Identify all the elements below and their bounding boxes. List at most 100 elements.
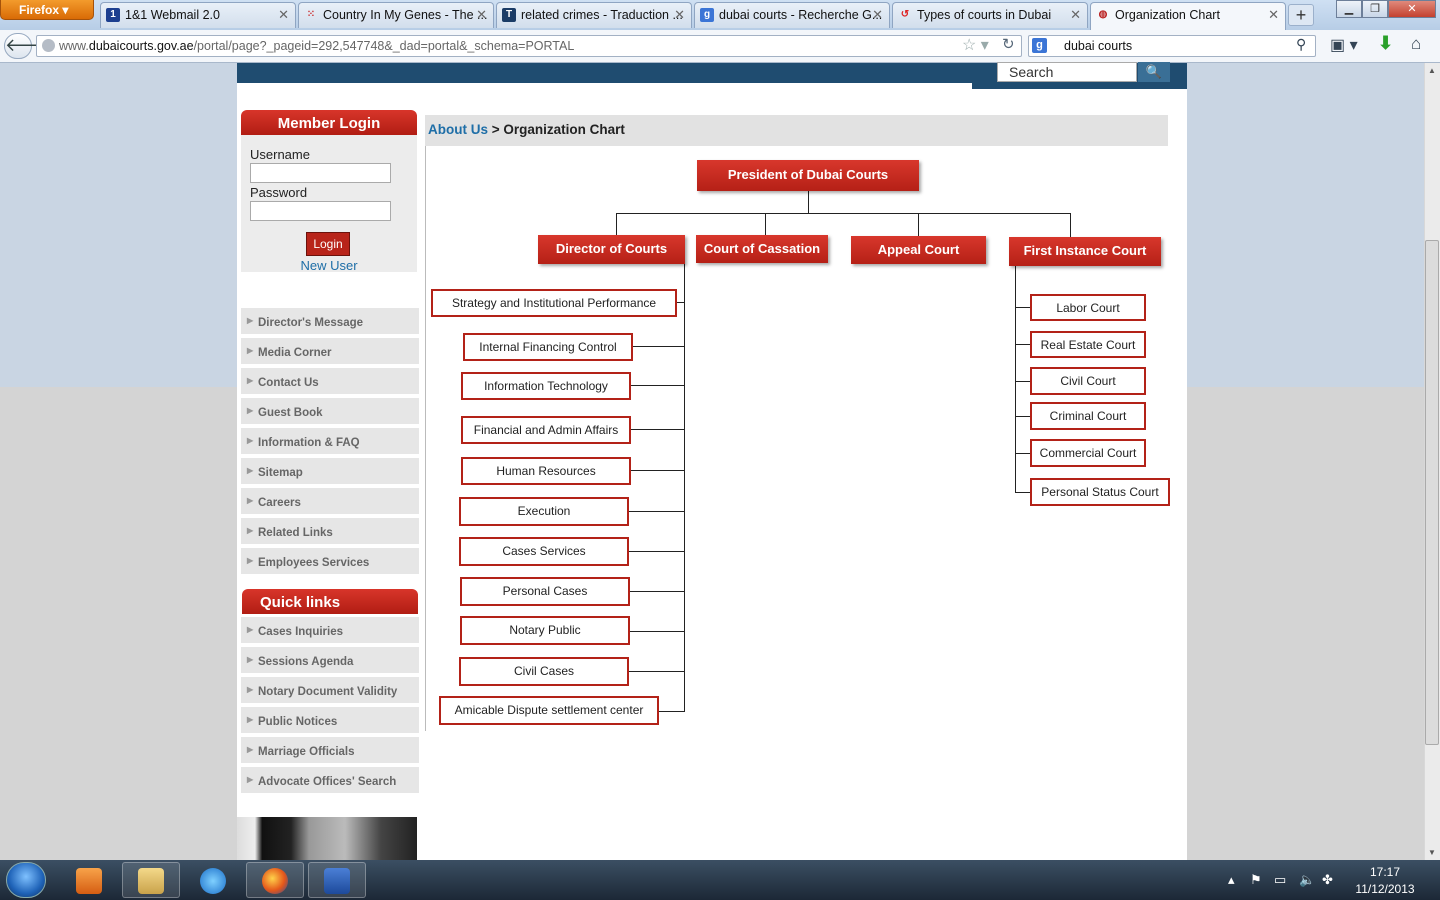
quick-link-cases-inquiries[interactable]: ▶ Cases Inquiries [241, 617, 419, 645]
tab-types-of-courts[interactable]: ↺ Types of courts in Dubai ✕ [892, 2, 1088, 28]
org-node-appeal-court: Appeal Court [851, 236, 986, 264]
breadcrumb-separator: > [491, 122, 500, 137]
close-tab-icon[interactable]: ✕ [476, 7, 487, 23]
close-window-button[interactable]: ✕ [1388, 0, 1436, 18]
menu-item-sitemap[interactable]: ▶ Sitemap [241, 458, 419, 486]
menu-item-related-links[interactable]: ▶ Related Links [241, 518, 419, 546]
close-tab-icon[interactable]: ✕ [674, 7, 685, 23]
menu-item-employees-services[interactable]: ▶ Employees Services [241, 548, 419, 576]
taskbar-firefox[interactable] [246, 862, 304, 898]
site-identity-icon[interactable] [42, 39, 55, 52]
quick-link-sessions-agenda[interactable]: ▶ Sessions Agenda [241, 647, 419, 675]
login-button[interactable]: Login [306, 232, 350, 256]
close-tab-icon[interactable]: ✕ [278, 7, 289, 23]
url-domain: dubaicourts.gov.ae [88, 39, 194, 53]
quick-link-marriage-officials[interactable]: ▶ Marriage Officials [241, 737, 419, 765]
breadcrumb-current: Organization Chart [503, 122, 625, 137]
menu-item-contact-us[interactable]: ▶ Contact Us [241, 368, 419, 396]
menu-item-label: Employees Services [258, 557, 370, 569]
org-unit-civil-cases: Civil Cases [459, 657, 629, 686]
quick-link-label: Marriage Officials [258, 746, 355, 758]
start-button[interactable] [6, 862, 46, 898]
tab-country-genes[interactable]: ⁙ Country In My Genes - The ... ✕ [298, 2, 494, 28]
bookmarks-menu-icon[interactable]: ▣ ▾ [1330, 35, 1358, 55]
close-tab-icon[interactable]: ✕ [1268, 7, 1279, 23]
tab-label: dubai courts - Recherche G... [719, 8, 883, 22]
scroll-down-arrow-icon[interactable]: ▼ [1428, 848, 1436, 857]
menu-item-label: Careers [258, 497, 301, 509]
content-divider [425, 146, 426, 731]
back-arrow-icon[interactable]: 🡐 [4, 33, 53, 59]
promo-image[interactable] [237, 817, 417, 860]
action-center-flag-icon[interactable]: ⚑ [1250, 872, 1262, 888]
tab-webmail[interactable]: 1 1&1 Webmail 2.0 ✕ [100, 2, 296, 28]
firefox-menu-button[interactable]: Firefox ▾ [0, 0, 94, 20]
menu-item-careers[interactable]: ▶ Careers [241, 488, 419, 516]
breadcrumb-about-us-link[interactable]: About Us [428, 122, 488, 137]
taskbar-internet-explorer[interactable] [184, 862, 242, 898]
internet-explorer-icon [200, 868, 226, 894]
taskbar-file-explorer[interactable] [122, 862, 180, 898]
quick-link-label: Public Notices [258, 716, 338, 728]
url-bar[interactable]: www.dubaicourts.gov.ae/portal/page?_page… [36, 35, 1022, 57]
search-bar[interactable]: dubai courts [1028, 35, 1316, 57]
home-icon[interactable]: ⌂ [1411, 34, 1421, 54]
download-arrow-icon[interactable]: ⬇ [1378, 33, 1393, 54]
quick-link-public-notices[interactable]: ▶ Public Notices [241, 707, 419, 735]
caret-right-icon: ▶ [247, 625, 254, 634]
new-tab-button[interactable]: + [1288, 4, 1314, 26]
show-hidden-icons-arrow-icon[interactable]: ▴ [1228, 872, 1235, 888]
scroll-up-arrow-icon[interactable]: ▲ [1428, 66, 1436, 75]
breadcrumb: About Us > Organization Chart [425, 115, 1168, 146]
tab-google-search[interactable]: g dubai courts - Recherche G... ✕ [694, 2, 890, 28]
menu-item-media-corner[interactable]: ▶ Media Corner [241, 338, 419, 366]
menu-item-information-faq[interactable]: ▶ Information & FAQ [241, 428, 419, 456]
media-player-icon [76, 868, 102, 894]
new-user-link[interactable]: New User [241, 258, 417, 273]
minimize-button[interactable]: ▁ [1336, 0, 1362, 18]
security-shield-icon[interactable]: ✤ [1322, 872, 1333, 888]
quick-link-advocate-offices[interactable]: ▶ Advocate Offices' Search [241, 767, 419, 795]
search-icon[interactable]: 🔍 [1138, 62, 1170, 82]
org-unit-labor-court: Labor Court [1030, 294, 1146, 321]
org-unit-commercial-court: Commercial Court [1030, 439, 1146, 467]
clock-date[interactable]: 11/12/2013 [1352, 882, 1418, 896]
org-unit-civil-court: Civil Court [1030, 367, 1146, 395]
google-engine-icon[interactable]: g [1032, 38, 1047, 53]
org-unit-information-technology: Information Technology [461, 372, 631, 400]
bookmark-star-icon[interactable]: ☆ ▾ [962, 35, 989, 55]
close-tab-icon[interactable]: ✕ [1070, 7, 1081, 23]
search-magnifier-icon[interactable]: ⚲ [1296, 36, 1306, 53]
tab-label: Types of courts in Dubai [917, 8, 1052, 22]
caret-right-icon: ▶ [247, 715, 254, 724]
clock-time[interactable]: 17:17 [1360, 865, 1410, 879]
menu-item-guest-book[interactable]: ▶ Guest Book [241, 398, 419, 426]
quick-link-notary-validity[interactable]: ▶ Notary Document Validity [241, 677, 419, 705]
menu-item-directors-message[interactable]: ▶ Director's Message [241, 308, 419, 336]
scrollbar-thumb[interactable] [1425, 240, 1439, 745]
site-search-input[interactable]: Search [997, 62, 1137, 82]
password-field[interactable] [250, 201, 391, 221]
username-field[interactable] [250, 163, 391, 183]
tab-organization-chart[interactable]: ◍ Organization Chart ✕ [1090, 2, 1286, 30]
taskbar-media-player[interactable] [60, 862, 118, 898]
dots-favicon: ⁙ [306, 9, 316, 20]
volume-icon[interactable]: 🔈 [1299, 872, 1315, 888]
caret-right-icon: ▶ [247, 685, 254, 694]
taskbar-word[interactable] [308, 862, 366, 898]
network-icon[interactable]: ▭ [1274, 872, 1286, 888]
reload-icon[interactable]: ↻ [1002, 35, 1015, 53]
caret-right-icon: ▶ [247, 436, 254, 445]
caret-right-icon: ▶ [247, 346, 254, 355]
close-tab-icon[interactable]: ✕ [872, 7, 883, 23]
org-node-president: President of Dubai Courts [697, 160, 919, 191]
caret-right-icon: ▶ [247, 466, 254, 475]
quick-link-label: Cases Inquiries [258, 626, 344, 638]
tab-traduction[interactable]: Trelated crimes - Traduction ... ✕ [496, 2, 692, 28]
caret-right-icon: ▶ [247, 316, 254, 325]
org-unit-strategy: Strategy and Institutional Performance [431, 289, 677, 317]
caret-right-icon: ▶ [247, 496, 254, 505]
maximize-button[interactable]: ❐ [1362, 0, 1388, 18]
menu-item-label: Contact Us [258, 377, 319, 389]
quick-link-label: Notary Document Validity [258, 686, 398, 698]
